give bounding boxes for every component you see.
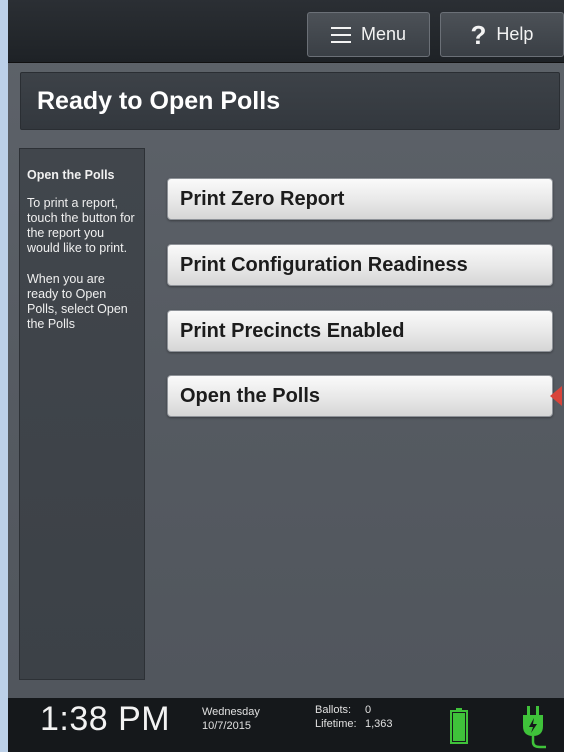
menu-button-label: Menu bbox=[360, 24, 407, 44]
instructions-heading: Open the Polls bbox=[27, 168, 115, 182]
selection-pointer-icon bbox=[550, 386, 562, 406]
help-button[interactable]: ? Help bbox=[440, 12, 564, 57]
weekday-label: Wednesday bbox=[202, 706, 260, 718]
clock-time: 1:38 PM bbox=[40, 700, 171, 738]
top-bar: Menu ? Help bbox=[8, 0, 564, 63]
print-configuration-readiness-button[interactable]: Print Configuration Readiness bbox=[167, 244, 553, 286]
lifetime-value: 1,363 bbox=[365, 718, 393, 730]
instructions-panel: Open the Polls To print a report, touch … bbox=[19, 148, 145, 680]
ballot-counts: Ballots: 0 Lifetime: 1,363 bbox=[315, 703, 393, 731]
lifetime-label: Lifetime: bbox=[315, 718, 357, 730]
instructions-text-print: To print a report, touch the button for … bbox=[27, 196, 135, 255]
hamburger-menu-icon bbox=[330, 26, 351, 43]
voting-terminal-screen: Menu ? Help Ready to Open Polls Open the… bbox=[8, 0, 564, 752]
instructions-text-open: When you are ready to Open Polls, select… bbox=[27, 272, 128, 331]
ballots-label: Ballots: bbox=[315, 704, 352, 716]
open-the-polls-button[interactable]: Open the Polls bbox=[167, 375, 553, 417]
question-mark-icon: ? bbox=[470, 19, 487, 50]
date-display: Wednesday 10/7/2015 bbox=[202, 705, 260, 733]
help-button-label: Help bbox=[496, 24, 534, 44]
status-bar: 1:38 PM Wednesday 10/7/2015 Ballots: 0 L… bbox=[8, 698, 564, 752]
date-label: 10/7/2015 bbox=[202, 720, 251, 732]
power-plug-icon bbox=[523, 706, 546, 749]
ballots-value: 0 bbox=[365, 704, 372, 716]
page-title: Ready to Open Polls bbox=[20, 72, 560, 130]
menu-button[interactable]: Menu bbox=[307, 12, 430, 57]
print-zero-report-button[interactable]: Print Zero Report bbox=[167, 178, 553, 220]
battery-icon bbox=[450, 708, 468, 744]
print-precincts-enabled-button[interactable]: Print Precincts Enabled bbox=[167, 310, 553, 352]
